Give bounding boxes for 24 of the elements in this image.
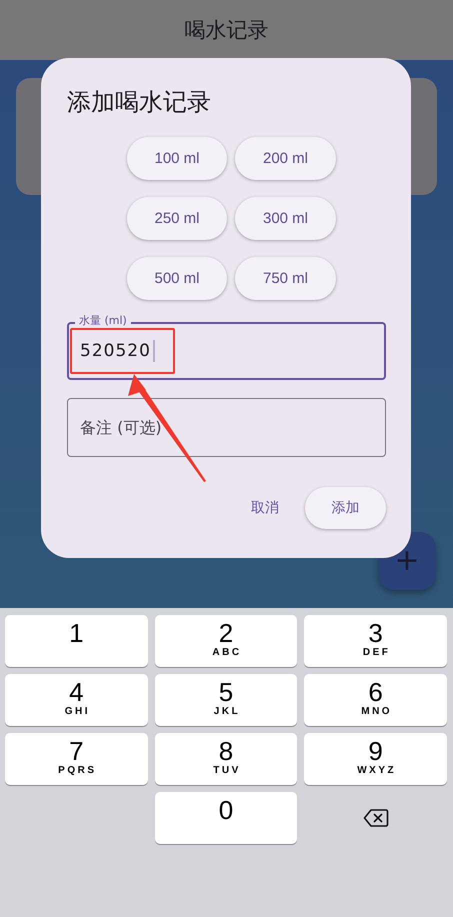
preset-button[interactable]: 500 ml [127,257,227,300]
keyboard-key[interactable]: 2 ABC [154,615,298,667]
preset-button[interactable]: 750 ml [235,257,336,300]
text-cursor [152,340,155,362]
keyboard-key[interactable]: 5 JKL [154,674,298,726]
keyboard-key[interactable]: 8 TUV [154,733,298,785]
preset-button[interactable]: 250 ml [127,197,227,240]
keyboard-key[interactable]: 4 GHI [5,674,148,726]
add-button[interactable]: 添加 [305,487,386,529]
backspace-icon[interactable] [362,808,389,828]
keyboard-key[interactable]: 9 WXYZ [304,733,447,785]
preset-button[interactable]: 200 ml [235,137,336,180]
keyboard-key[interactable]: 7 PQRS [5,733,148,785]
field-label: 水量 (ml) [75,314,131,328]
keyboard-key[interactable]: 3 DEF [304,615,447,667]
preset-button[interactable]: 300 ml [235,197,336,240]
preset-button[interactable]: 100 ml [127,137,227,180]
keyboard-key[interactable]: 1 [5,615,148,667]
input-field[interactable]: 备注 (可选) [67,398,386,457]
keyboard-key[interactable]: 0 [154,792,298,844]
keyboard-key[interactable]: 6 MNO [304,674,447,726]
app-title: 喝水记录 [184,17,268,44]
cancel-button[interactable]: 取消 [245,491,285,525]
dialog-title: 添加喝水记录 [67,87,212,118]
